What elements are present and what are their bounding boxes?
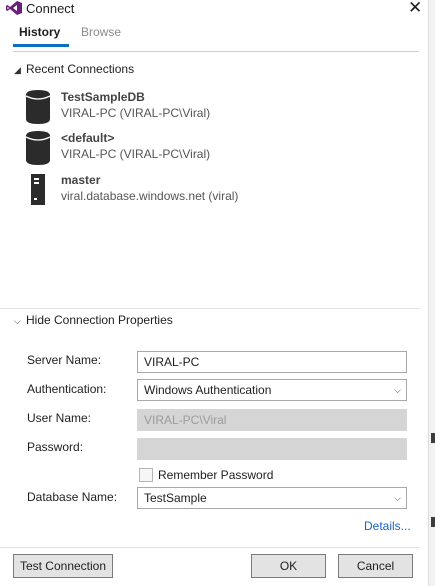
server-name-input[interactable]: VIRAL-PC	[137, 351, 407, 373]
user-name-value: VIRAL-PC\Viral	[144, 413, 227, 427]
connection-name: <default>	[61, 131, 115, 145]
window-title: Connect	[26, 1, 75, 16]
tabs-divider	[13, 51, 419, 52]
authentication-value: Windows Authentication	[144, 383, 272, 397]
recent-connection-item[interactable]: TestSampleDB VIRAL-PC (VIRAL-PC\Viral)	[26, 90, 406, 126]
expanded-triangle-icon: ◢	[14, 65, 21, 75]
ok-button[interactable]: OK	[251, 554, 326, 578]
authentication-label: Authentication:	[27, 382, 107, 396]
details-link[interactable]: Details...	[364, 519, 411, 533]
hide-connection-properties-toggle[interactable]: ⌵ Hide Connection Properties	[14, 313, 173, 327]
remember-password-checkbox[interactable]	[139, 468, 153, 482]
database-icon	[26, 131, 50, 165]
edge-marker	[431, 517, 435, 527]
hide-connection-properties-label: Hide Connection Properties	[26, 313, 173, 327]
server-icon	[31, 174, 45, 205]
cancel-button[interactable]: Cancel	[338, 554, 413, 578]
tab-browse[interactable]: Browse	[81, 25, 121, 39]
recent-connection-item[interactable]: <default> VIRAL-PC (VIRAL-PC\Viral)	[26, 131, 406, 167]
database-icon	[26, 90, 50, 124]
server-name-value: VIRAL-PC	[144, 355, 200, 369]
connection-detail: VIRAL-PC (VIRAL-PC\Viral)	[61, 106, 211, 120]
database-name-label: Database Name:	[27, 490, 118, 504]
test-connection-button[interactable]: Test Connection	[13, 554, 113, 578]
remember-password-label[interactable]: Remember Password	[158, 468, 273, 482]
footer-divider	[0, 547, 420, 548]
chevron-down-icon: ⌵	[14, 316, 21, 326]
edge-marker	[431, 433, 435, 443]
server-name-label: Server Name:	[27, 353, 102, 367]
close-icon[interactable]: ✕	[408, 0, 422, 18]
password-label: Password:	[27, 440, 84, 454]
recent-connection-item[interactable]: master viral.database.windows.net (viral…	[26, 173, 406, 209]
recent-connections-label: Recent Connections	[26, 62, 135, 76]
connection-detail: VIRAL-PC (VIRAL-PC\Viral)	[61, 147, 211, 161]
database-name-select[interactable]: TestSample ⌵	[137, 487, 407, 509]
authentication-select[interactable]: Windows Authentication ⌵	[137, 379, 407, 401]
user-name-input[interactable]: VIRAL-PC\Viral	[137, 409, 407, 431]
password-input[interactable]	[137, 438, 407, 460]
chevron-down-icon: ⌵	[394, 493, 401, 503]
title-bar: Connect ✕	[0, 0, 435, 18]
connection-detail: viral.database.windows.net (viral)	[61, 189, 239, 203]
database-name-value: TestSample	[144, 491, 207, 505]
active-tab-indicator	[13, 44, 69, 47]
background-window-edge	[428, 0, 435, 586]
visual-studio-logo-icon	[6, 1, 22, 15]
user-name-label: User Name:	[27, 411, 92, 425]
recent-connections-header[interactable]: ◢ Recent Connections	[14, 62, 134, 76]
tab-history[interactable]: History	[19, 25, 60, 39]
chevron-down-icon: ⌵	[394, 385, 401, 395]
section-divider	[0, 308, 420, 309]
connection-name: TestSampleDB	[61, 90, 145, 104]
connection-name: master	[61, 173, 101, 187]
